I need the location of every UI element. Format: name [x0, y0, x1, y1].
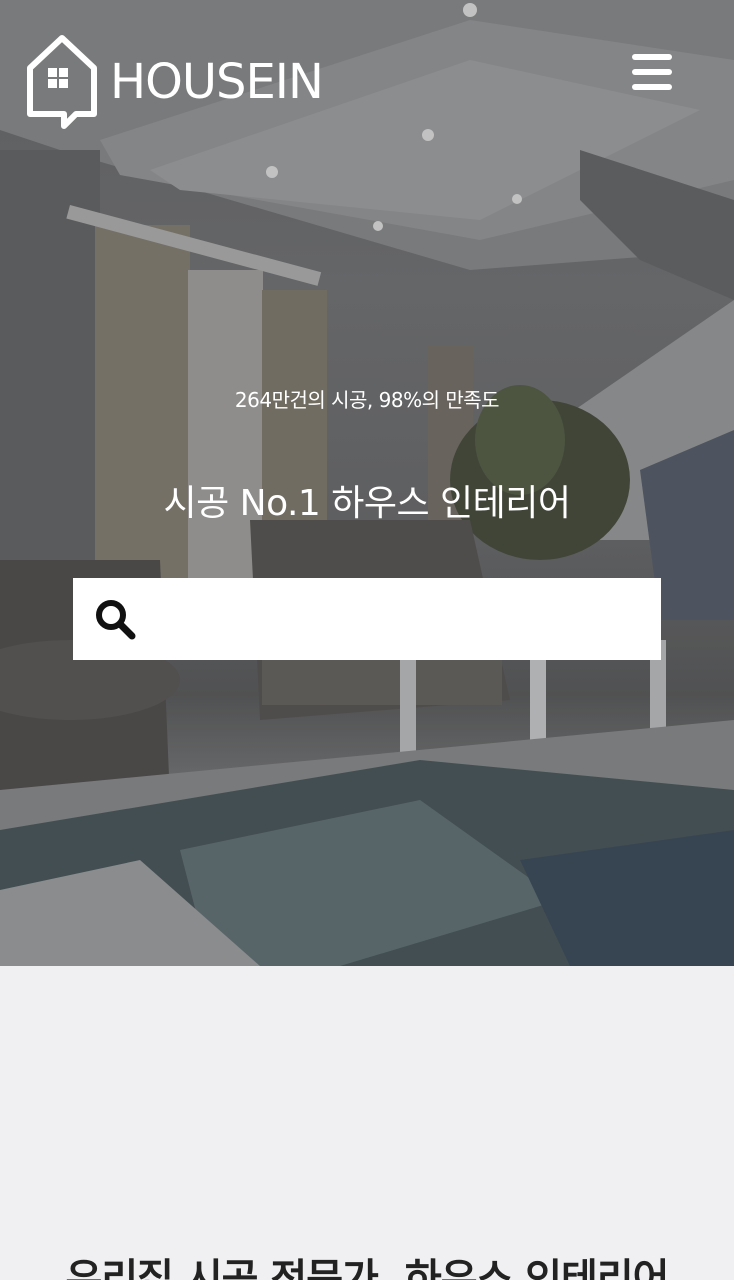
- hero-stats: 264만건의 시공, 98%의 만족도: [234, 388, 500, 412]
- hero-banner: HOUSEIN 264만건의 시공, 98%의 만족도 시공 No.1 하우스 …: [0, 0, 734, 966]
- logo[interactable]: HOUSEIN: [26, 34, 324, 130]
- menu-bar: [632, 54, 672, 60]
- menu-bar: [632, 84, 672, 90]
- hamburger-menu-icon[interactable]: [630, 54, 674, 92]
- search-bar[interactable]: [73, 578, 661, 660]
- hero-headline: 시공 No.1 하우스 인테리어: [163, 483, 571, 524]
- house-icon: [27, 35, 97, 129]
- section-title: 우리집 시공 전문가, 하우스 인테리어: [65, 1256, 670, 1280]
- search-input[interactable]: [149, 589, 641, 649]
- menu-bar: [632, 69, 672, 75]
- logo-text: HOUSEIN: [110, 54, 324, 110]
- search-icon[interactable]: [93, 597, 137, 641]
